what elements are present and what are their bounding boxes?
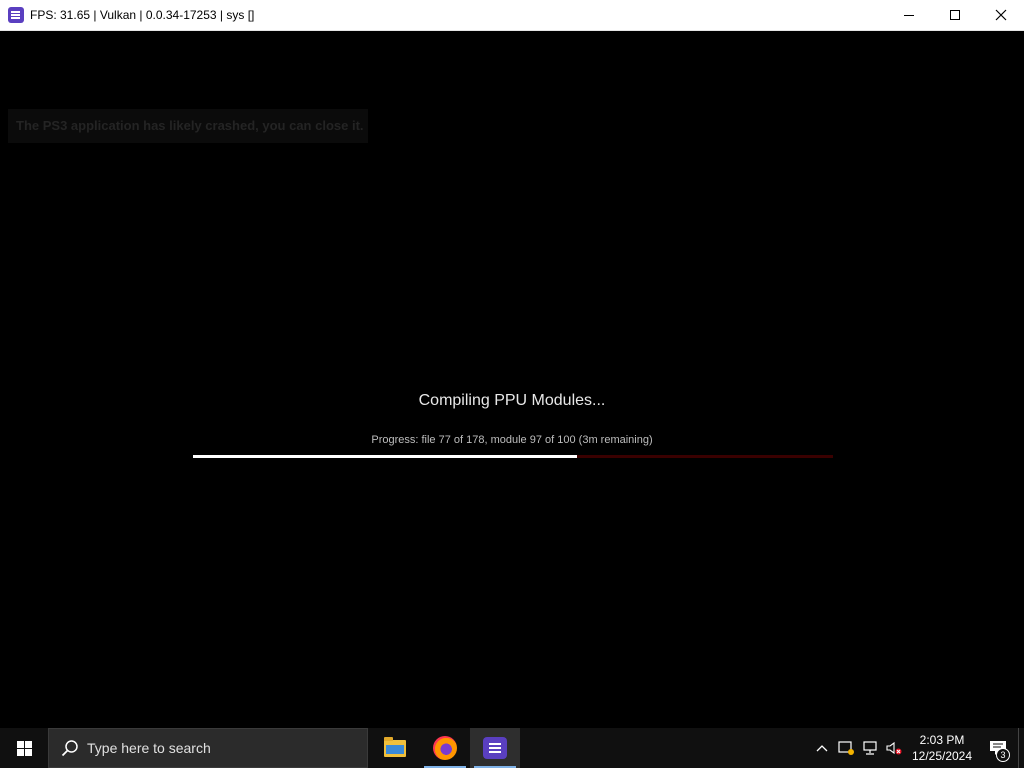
minimize-icon <box>904 14 914 16</box>
rpcs3-icon <box>483 737 507 759</box>
taskbar-search[interactable]: Type here to search <box>48 728 368 768</box>
update-warning-icon <box>838 741 854 755</box>
tray-network-button[interactable] <box>858 728 882 768</box>
close-button[interactable] <box>978 0 1024 31</box>
game-viewport[interactable]: The PS3 application has likely crashed, … <box>0 31 1024 728</box>
clock-date: 12/25/2024 <box>911 749 973 763</box>
system-tray: 2:03 PM 12/25/2024 3 <box>810 728 1024 768</box>
folder-icon <box>384 736 406 757</box>
firefox-icon <box>433 736 457 760</box>
show-hidden-icons-button[interactable] <box>810 728 834 768</box>
taskbar-apps <box>370 728 520 768</box>
window-title: FPS: 31.65 | Vulkan | 0.0.34-17253 | sys… <box>30 8 255 22</box>
search-icon <box>61 740 78 757</box>
compile-title: Compiling PPU Modules... <box>418 392 606 409</box>
minimize-button[interactable] <box>886 0 932 31</box>
volume-muted-icon <box>886 741 902 755</box>
start-button[interactable] <box>0 728 48 768</box>
crash-notice: The PS3 application has likely crashed, … <box>8 109 368 143</box>
taskbar-app-firefox[interactable] <box>420 728 470 768</box>
taskbar-clock[interactable]: 2:03 PM 12/25/2024 <box>906 732 978 764</box>
clock-time: 2:03 PM <box>919 733 965 747</box>
chevron-up-icon <box>816 745 828 752</box>
tray-update-button[interactable] <box>834 728 858 768</box>
close-icon <box>995 9 1007 21</box>
progress-bar <box>193 455 833 458</box>
network-icon <box>863 741 877 755</box>
tray-volume-button[interactable] <box>882 728 906 768</box>
rpcs3-app-icon[interactable] <box>8 7 24 23</box>
windows-logo-icon <box>16 740 32 756</box>
maximize-icon <box>950 10 960 20</box>
notification-count-badge: 3 <box>996 748 1010 762</box>
action-center-button[interactable]: 3 <box>978 728 1018 768</box>
taskbar: Type here to search 2:03 PM 12/25/2024 3 <box>0 728 1024 768</box>
search-placeholder: Type here to search <box>87 740 211 756</box>
taskbar-app-rpcs3[interactable] <box>470 728 520 768</box>
show-desktop-button[interactable] <box>1018 728 1024 768</box>
taskbar-app-file-explorer[interactable] <box>370 728 420 768</box>
window-controls <box>886 0 1024 31</box>
progress-bar-fill <box>193 455 577 458</box>
progress-text: Progress: file 77 of 178, module 97 of 1… <box>371 434 653 446</box>
maximize-button[interactable] <box>932 0 978 31</box>
window-titlebar[interactable]: FPS: 31.65 | Vulkan | 0.0.34-17253 | sys… <box>0 0 1024 31</box>
